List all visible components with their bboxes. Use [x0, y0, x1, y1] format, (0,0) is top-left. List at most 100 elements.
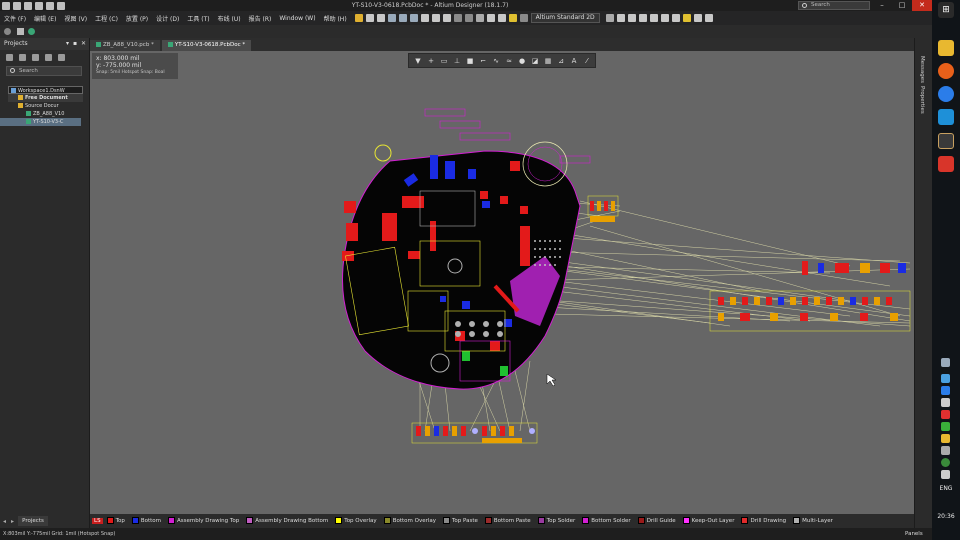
menu-project[interactable]: 工程 (C) [95, 14, 118, 23]
pad-icon[interactable] [649, 14, 658, 22]
tree-workspace[interactable]: Workspace1.DsnW [8, 86, 83, 94]
keepout-icon[interactable]: ▦ [543, 56, 553, 66]
layer-tab-top-overlay[interactable]: Top Overlay [335, 517, 377, 524]
open-folder-icon[interactable] [354, 14, 363, 22]
board-view-icon[interactable] [616, 14, 625, 22]
menu-tools[interactable]: 工具 (T) [187, 14, 209, 23]
tray-app-icon[interactable] [941, 374, 950, 383]
layer-set-button[interactable]: LS [92, 517, 103, 524]
zoom-selected-icon[interactable] [409, 14, 418, 22]
firefox-icon[interactable] [938, 63, 954, 79]
input-language[interactable]: ENG [935, 485, 957, 492]
panel-menu-icon[interactable]: ▾ [66, 38, 69, 50]
select-rect-icon[interactable]: ▭ [439, 56, 449, 66]
workspace-save-all-icon[interactable] [19, 53, 26, 61]
maximize-button[interactable]: □ [892, 0, 912, 11]
app-menu-icon[interactable] [2, 1, 10, 10]
component-icon[interactable] [660, 14, 669, 22]
wizard-icon[interactable] [4, 28, 11, 35]
powerpoint-icon[interactable] [938, 156, 954, 172]
open-icon[interactable] [35, 1, 43, 10]
layer-tab-bottom-paste[interactable]: Bottom Paste [484, 517, 531, 524]
close-button[interactable]: ✕ [912, 0, 932, 11]
dimension-icon[interactable]: ⊿ [556, 56, 566, 66]
layer-tab-assembly-bottom[interactable]: Assembly Drawing Bottom [246, 517, 328, 524]
layer-set-icon[interactable] [605, 14, 614, 22]
zoom-area-icon[interactable] [398, 14, 407, 22]
grid-icon[interactable] [627, 14, 636, 22]
layer-tab-assembly-top[interactable]: Assembly Drawing Top [168, 517, 239, 524]
browse-icon[interactable] [508, 14, 517, 22]
projects-bottom-tab[interactable]: Projects [18, 516, 48, 526]
route-icon[interactable]: ⌐ [478, 56, 488, 66]
tree-file-zb-a88[interactable]: ZB_A88_V10 [0, 110, 89, 118]
tray-app-icon[interactable] [941, 434, 950, 443]
align-icon[interactable] [693, 14, 702, 22]
panels-button[interactable]: Panels [905, 528, 923, 540]
save-all-icon[interactable] [24, 1, 32, 10]
menu-place[interactable]: 放置 (P) [126, 14, 148, 23]
tray-app-icon[interactable] [941, 398, 950, 407]
new-document-icon[interactable] [17, 28, 24, 35]
align-icon[interactable]: ⊥ [452, 56, 462, 66]
layer-tab-keep-out[interactable]: Keep-Out Layer [682, 517, 734, 524]
dimension-icon[interactable] [704, 14, 713, 22]
paste-icon[interactable] [442, 14, 451, 22]
chat-app-icon[interactable] [938, 86, 954, 102]
redo-toolbar-icon[interactable] [497, 14, 506, 22]
filter-icon[interactable]: ▼ [413, 56, 423, 66]
volume-icon[interactable] [941, 470, 950, 479]
menu-file[interactable]: 文件 (F) [4, 14, 26, 23]
file-explorer-icon[interactable] [938, 40, 954, 56]
select-icon[interactable] [453, 14, 462, 22]
remote-desktop-icon[interactable] [938, 109, 954, 125]
global-search-input[interactable]: Search [798, 1, 870, 10]
layer-tab-top-solder[interactable]: Top Solder [537, 517, 575, 524]
layer-tab-top-paste[interactable]: Top Paste [443, 517, 478, 524]
save-icon[interactable] [13, 1, 21, 10]
menu-view[interactable]: 视图 (V) [64, 14, 87, 23]
menu-route[interactable]: 布线 (U) [218, 14, 241, 23]
project-options-icon[interactable] [58, 53, 65, 61]
differential-pair-icon[interactable]: ≈ [504, 56, 514, 66]
network-icon[interactable] [941, 446, 950, 455]
pcb-canvas[interactable]: x: 803.000 mil y: -775.000 mil Snap: 5mi… [90, 51, 914, 514]
compile-icon[interactable] [28, 28, 35, 35]
cut-icon[interactable] [420, 14, 429, 22]
pad-place-icon[interactable]: ● [517, 56, 527, 66]
people-icon[interactable] [941, 358, 950, 367]
scroll-left-icon[interactable]: ◂ [3, 518, 6, 525]
print-icon[interactable] [376, 14, 385, 22]
tree-source-documents[interactable]: Source Docur [0, 102, 89, 110]
tree-free-documents[interactable]: Free Document [8, 94, 83, 102]
clock[interactable]: 20:36 [934, 513, 958, 520]
tray-app-icon[interactable] [941, 410, 950, 419]
project-add-icon[interactable] [32, 53, 39, 61]
crosshair-icon[interactable]: + [426, 56, 436, 66]
layer-tab-multi-layer[interactable]: Multi-Layer [793, 517, 833, 524]
projects-search-input[interactable]: Search [6, 66, 82, 76]
track-icon[interactable] [638, 14, 647, 22]
menu-reports[interactable]: 报告 (R) [249, 14, 272, 23]
move-icon[interactable] [464, 14, 473, 22]
polygon-icon[interactable]: ◪ [530, 56, 540, 66]
menu-help[interactable]: 帮助 (H) [324, 14, 347, 23]
security-icon[interactable] [941, 458, 950, 467]
undo-toolbar-icon[interactable] [486, 14, 495, 22]
layer-tab-drill-guide[interactable]: Drill Guide [637, 517, 676, 524]
project-remove-icon[interactable] [45, 53, 52, 61]
properties-panel-tab[interactable]: Properties [919, 86, 925, 114]
tab-zb-a88[interactable]: ZB_A88_V10.pcb * [90, 40, 160, 51]
tree-file-yt-s10[interactable]: YT-S10-V3-C [0, 118, 81, 126]
zoom-fit-icon[interactable] [387, 14, 396, 22]
text-icon[interactable]: A [569, 56, 579, 66]
view-config-select[interactable]: Altium Standard 2D [530, 13, 600, 23]
layer-tab-top[interactable]: Top [106, 517, 125, 524]
copy-icon[interactable] [431, 14, 440, 22]
pcb-drawing[interactable] [90, 51, 914, 514]
deselect-icon[interactable] [475, 14, 484, 22]
undo-icon[interactable] [46, 1, 54, 10]
layer-tab-bottom-overlay[interactable]: Bottom Overlay [383, 517, 436, 524]
workspace-save-icon[interactable] [6, 53, 13, 61]
scroll-right-icon[interactable]: ▸ [11, 518, 14, 525]
